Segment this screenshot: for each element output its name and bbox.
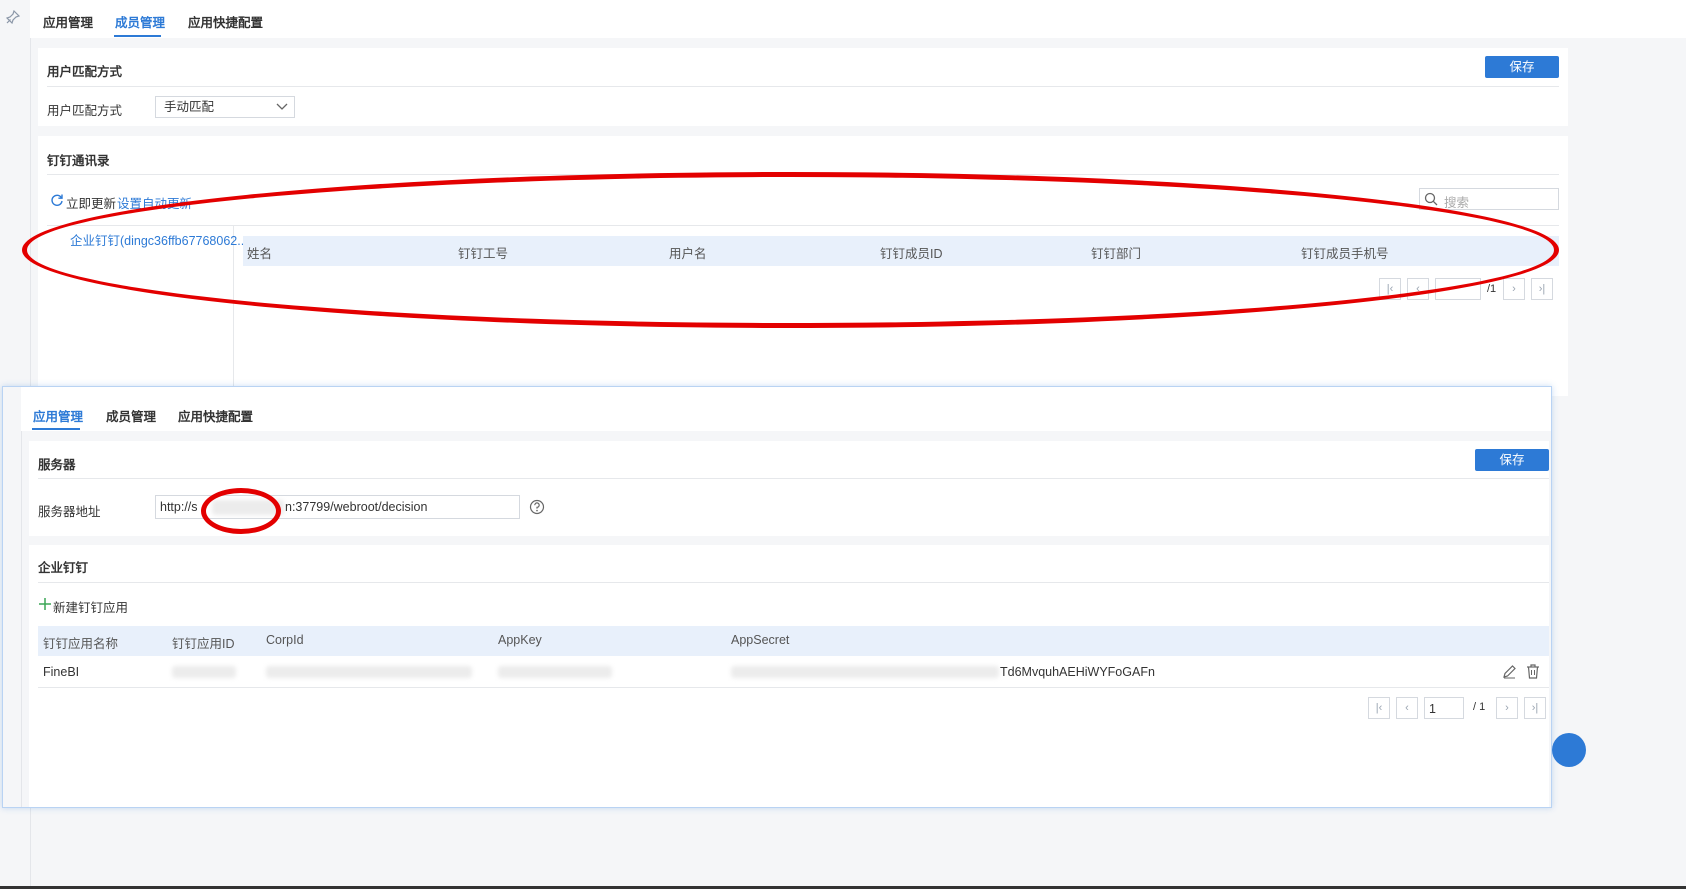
enterprise-panel: 企业钉钉 新建钉钉应用 钉钉应用名称 钉钉应用ID CorpId AppKey …	[29, 545, 1549, 807]
overlay-screenshot-frame: 应用管理 成员管理 应用快捷配置 服务器 保存 服务器地址 http://s n…	[2, 386, 1552, 808]
select-value: 手动匹配	[164, 100, 215, 114]
tab-shortcut-config[interactable]: 应用快捷配置	[178, 406, 253, 425]
column-header: 钉钉应用ID	[172, 637, 235, 651]
first-page-icon[interactable]: |‹	[1368, 697, 1390, 719]
annotation-ellipse	[22, 172, 1559, 328]
match-select[interactable]: 手动匹配	[155, 96, 295, 118]
search-input[interactable]: 搜索	[1419, 188, 1559, 210]
app-name-cell: FineBI	[43, 665, 80, 679]
add-dingtalk-app-button[interactable]: 新建钉钉应用	[53, 597, 128, 616]
column-header: AppKey	[498, 633, 542, 647]
prev-page-icon[interactable]: ‹	[1396, 697, 1418, 719]
column-header: 钉钉应用名称	[43, 637, 119, 651]
server-address-label: 服务器地址	[38, 505, 101, 519]
next-page-icon[interactable]: ›	[1503, 278, 1525, 300]
edit-icon[interactable]	[1502, 664, 1517, 682]
refresh-button[interactable]: 立即更新	[66, 193, 116, 212]
app-table-header: 钉钉应用名称 钉钉应用ID CorpId AppKey AppSecret	[38, 626, 1549, 656]
save-button[interactable]: 保存	[1485, 56, 1559, 78]
pin-icon[interactable]	[5, 9, 21, 27]
section-title: 企业钉钉	[38, 561, 89, 575]
redacted-appsecret	[731, 666, 999, 678]
tab-member-management[interactable]: 成员管理	[106, 406, 156, 425]
section-title: 钉钉通讯录	[47, 154, 110, 168]
floating-help-bubble[interactable]	[1552, 733, 1586, 767]
top-tab-bar: 应用管理 成员管理 应用快捷配置	[30, 0, 1686, 38]
divider	[38, 478, 1549, 479]
page-input[interactable]: 1	[1424, 697, 1464, 719]
tab-member-management[interactable]: 成员管理	[115, 12, 165, 31]
plus-icon[interactable]	[39, 598, 51, 613]
search-placeholder: 搜索	[1444, 196, 1470, 210]
match-panel: 用户匹配方式 保存 用户匹配方式 手动匹配	[38, 48, 1568, 126]
help-icon[interactable]	[529, 499, 545, 518]
table-row: FineBI Td6MvquhAEHiWYFoGAFn	[38, 656, 1549, 688]
page-total: /1	[1487, 283, 1497, 295]
url-prefix: http://s	[160, 500, 198, 514]
overlay-left-rail	[3, 387, 22, 807]
tab-app-management[interactable]: 应用管理	[43, 12, 93, 31]
divider	[47, 86, 1559, 87]
appsecret-visible: Td6MvquhAEHiWYFoGAFn	[1000, 665, 1155, 679]
last-page-icon[interactable]: ›|	[1531, 278, 1553, 300]
tab-shortcut-config[interactable]: 应用快捷配置	[188, 12, 263, 31]
save-button[interactable]: 保存	[1475, 449, 1549, 471]
next-page-icon[interactable]: ›	[1496, 697, 1518, 719]
active-tab-indicator	[32, 428, 80, 430]
refresh-icon[interactable]	[50, 193, 64, 210]
tab-app-management[interactable]: 应用管理	[33, 406, 83, 425]
delete-icon[interactable]	[1526, 664, 1540, 682]
chevron-down-icon	[276, 99, 288, 119]
column-header: AppSecret	[731, 633, 790, 647]
page-total: / 1	[1473, 701, 1486, 713]
redacted-app-id	[172, 666, 236, 678]
redacted-corpid	[266, 666, 472, 678]
active-tab-indicator	[114, 35, 161, 37]
bottom-tab-bar: 应用管理 成员管理 应用快捷配置	[21, 387, 1551, 431]
annotation-ellipse	[201, 488, 281, 534]
redacted-appkey	[498, 666, 612, 678]
url-suffix: n:37799/webroot/decision	[285, 500, 428, 514]
last-page-icon[interactable]: ›|	[1524, 697, 1546, 719]
match-label: 用户匹配方式	[47, 104, 123, 118]
page-value: 1	[1429, 702, 1436, 716]
section-title: 服务器	[38, 458, 76, 472]
section-title: 用户匹配方式	[47, 65, 123, 79]
divider	[38, 582, 1549, 583]
column-header: CorpId	[266, 633, 304, 647]
